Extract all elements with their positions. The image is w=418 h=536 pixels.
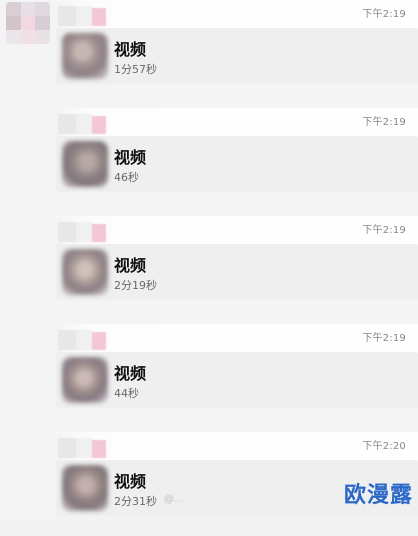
message-entry-1: 下午2:19 视频 1分57秒 xyxy=(40,0,418,104)
video-card[interactable]: 视频 44秒 xyxy=(56,352,418,408)
sender-name-blurred xyxy=(58,330,110,350)
sender-name-blurred xyxy=(58,114,110,134)
chat-page: 下午2:19 视频 1分57秒 下午2:19 视频 46秒 下午2:19 视频 … xyxy=(0,0,418,516)
video-thumbnail[interactable] xyxy=(62,465,108,511)
video-duration: 46秒 xyxy=(114,171,139,184)
sender-name-blurred xyxy=(58,222,110,242)
message-entry-2: 下午2:19 视频 46秒 xyxy=(40,108,418,212)
sender-name-blurred xyxy=(58,438,110,458)
video-title: 视频 xyxy=(114,364,147,383)
video-title: 视频 xyxy=(114,256,147,275)
sender-name-blurred xyxy=(58,6,110,26)
video-duration: 1分57秒 xyxy=(114,63,157,76)
message-time: 下午2:19 xyxy=(362,117,406,128)
message-entry-3: 下午2:19 视频 2分19秒 xyxy=(40,216,418,320)
video-title: 视频 xyxy=(114,148,147,167)
video-thumbnail[interactable] xyxy=(62,33,108,79)
video-title: 视频 xyxy=(114,40,147,59)
video-duration: 44秒 xyxy=(114,387,139,400)
video-thumbnail[interactable] xyxy=(62,249,108,295)
small-watermark: @... xyxy=(164,494,184,505)
video-card[interactable]: 视频 1分57秒 xyxy=(56,28,418,84)
video-card[interactable]: 视频 2分19秒 xyxy=(56,244,418,300)
video-thumbnail[interactable] xyxy=(62,357,108,403)
video-thumbnail[interactable] xyxy=(62,141,108,187)
video-duration: 2分19秒 xyxy=(114,279,157,292)
video-duration: 2分31秒 xyxy=(114,495,157,508)
message-entry-4: 下午2:19 视频 44秒 xyxy=(40,324,418,428)
message-time: 下午2:19 xyxy=(362,9,406,20)
main-watermark: 欧漫露 xyxy=(343,483,413,508)
message-time: 下午2:19 xyxy=(362,225,406,236)
message-time: 下午2:20 xyxy=(362,441,406,452)
video-title: 视频 xyxy=(114,472,147,491)
video-card[interactable]: 视频 46秒 xyxy=(56,136,418,192)
message-time: 下午2:19 xyxy=(362,333,406,344)
